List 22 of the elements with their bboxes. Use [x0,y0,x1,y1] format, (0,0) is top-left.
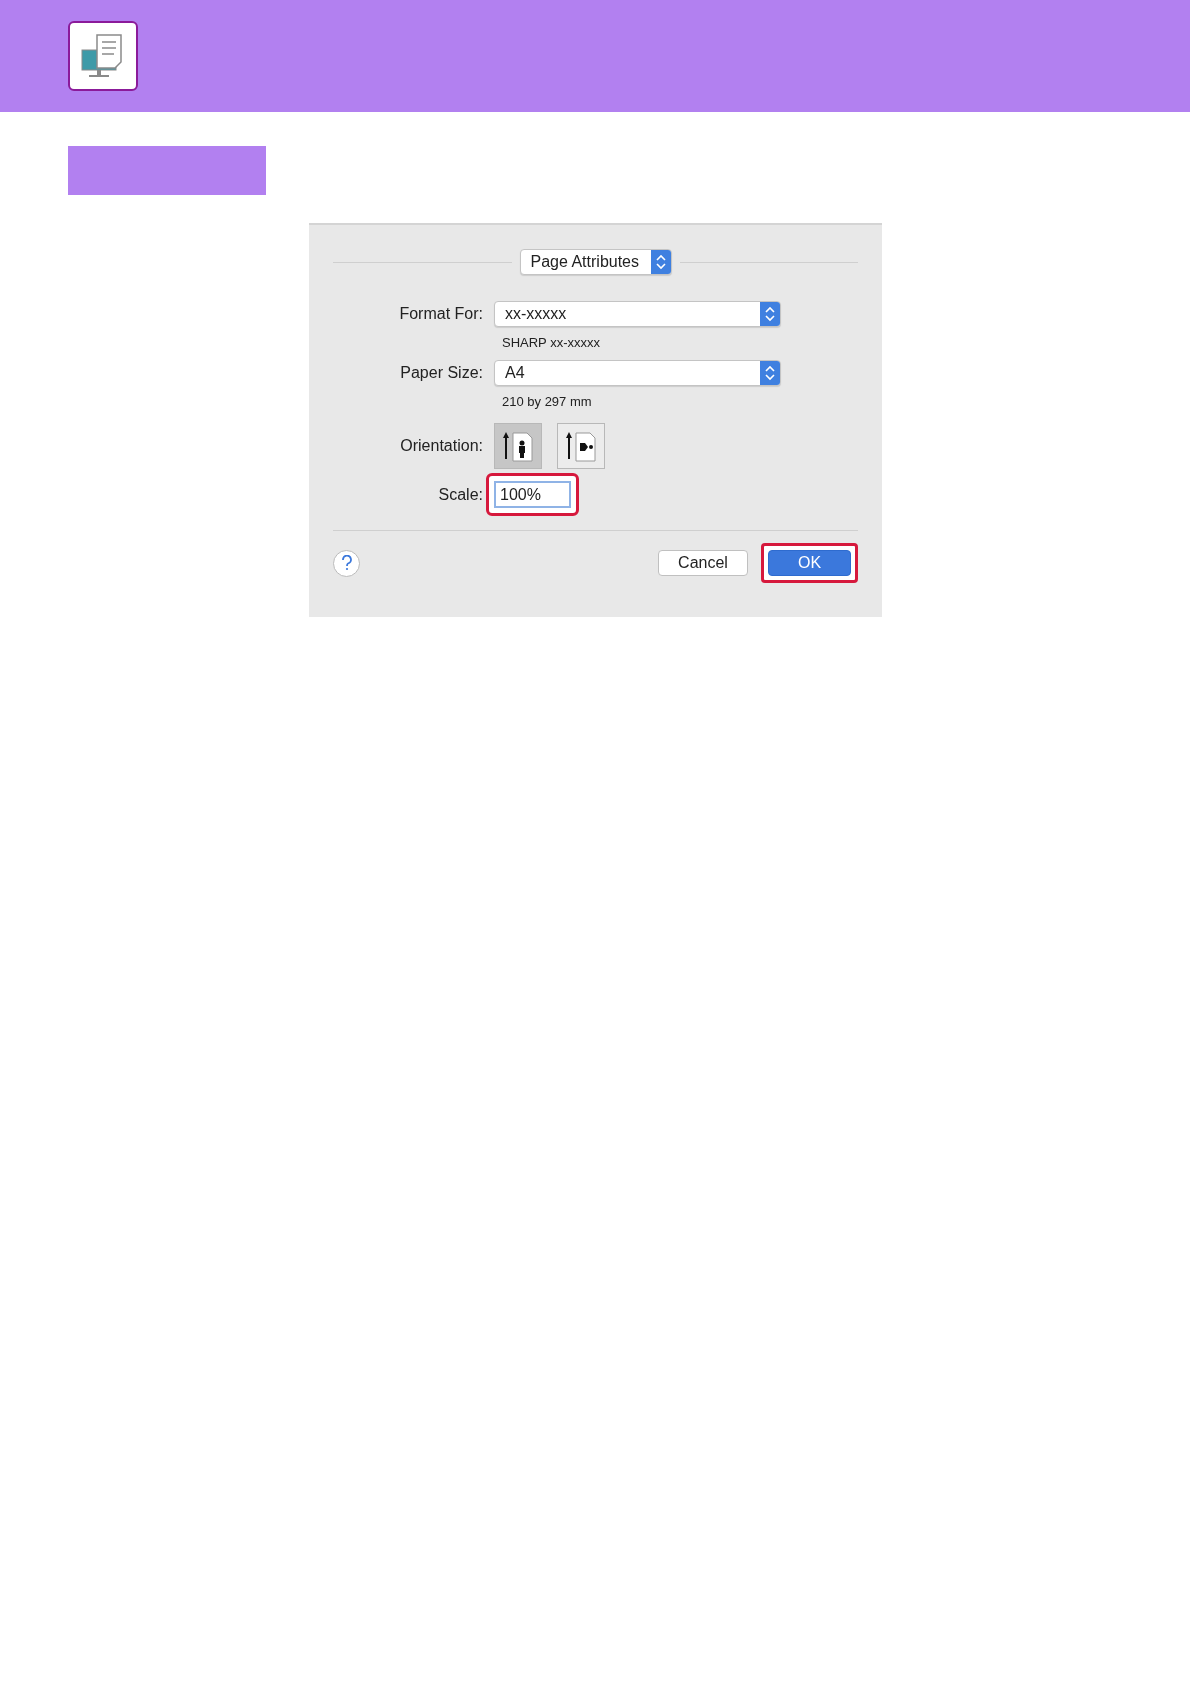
orientation-button[interactable] [494,423,542,469]
field-label: Scale: [437,484,483,505]
stepper-icon [760,361,780,385]
stepper-icon [650,250,671,274]
stepper-icon [760,302,780,326]
orientation-button[interactable] [557,423,605,469]
field-note: SHARP xx-xxxxx [501,334,601,352]
field-label: Format For: [398,304,483,324]
field-label: Orientation: [399,436,483,456]
field-label: Paper Size: [399,363,483,383]
landscape-orientation-icon [563,429,599,463]
portrait-orientation-icon [500,429,536,463]
dialog-button[interactable]: Cancel [658,550,748,576]
popup-menu[interactable]: xx-xxxxx [494,301,781,327]
help-button[interactable] [333,549,360,577]
settings-popup[interactable]: Page Attributes [519,249,672,275]
question-icon [340,555,353,571]
dialog-button[interactable]: OK [768,550,851,576]
popup-menu[interactable]: A4 [494,360,781,386]
scale-input[interactable]: 100% [494,481,571,508]
printer-driver-icon [68,21,138,91]
field-note: 210 by 297 mm [501,393,593,411]
